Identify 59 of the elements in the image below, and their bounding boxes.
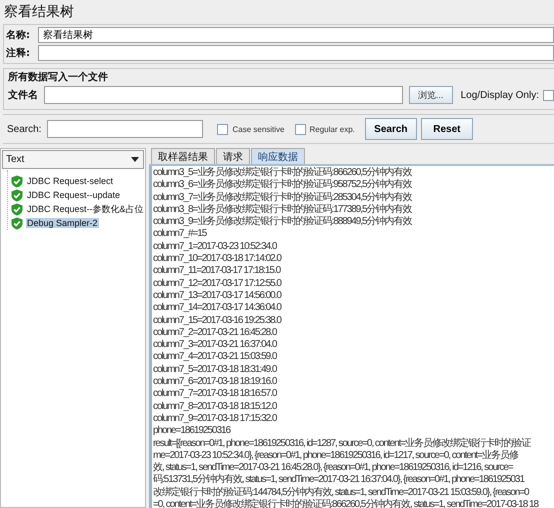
tab[interactable]: 取样器结果	[151, 148, 215, 164]
response-line: column7_2=2017-03-21 16:45:28.0	[153, 326, 278, 340]
response-line: column7_14=2017-03-17 14:36:04.0	[153, 302, 282, 315]
response-line: 效, status=1, sendTime=2017-03-21 16:45:28.0}, {reason=0#1, phone=18619250316, id=1216, source=	[153, 462, 514, 474]
filename-label: 文件名	[8, 88, 39, 102]
success-shield-icon	[11, 202, 23, 216]
response-line: column3_7=业务员修改绑定银行卡时的验证码:285304,5分钟内有效	[153, 192, 413, 204]
response-line: column7_1=2017-03-23 10:52:34.0	[153, 240, 278, 254]
tree-item[interactable]: Debug Sampler-2	[26, 218, 99, 228]
response-line: column7_13=2017-03-17 14:56:00.0	[153, 290, 282, 302]
response-line: column7_6=2017-03-18 18:19:16.0	[153, 376, 278, 388]
response-line: column7_11=2017-03-17 17:18:15.0	[153, 265, 282, 278]
renderer-dropdown[interactable]: Text	[2, 150, 144, 169]
tree-item[interactable]: JDBC Request--参数化&占位	[26, 202, 145, 216]
tree-item[interactable]: JDBC Request--update	[26, 190, 122, 200]
response-line: column7_#=15	[153, 228, 208, 241]
response-line: column7_5=2017-03-18 18:31:49.0	[153, 364, 278, 376]
option-label: Regular exp.	[310, 124, 355, 134]
success-shield-icon	[11, 188, 23, 202]
response-line: column7_12=2017-03-17 17:12:55.0	[153, 278, 282, 290]
group-title: 所有数据写入一个文件	[8, 70, 109, 84]
search-action-button[interactable]: Search	[364, 118, 417, 140]
response-line: column7_15=2017-03-16 19:25:38.0	[153, 314, 282, 327]
panel-title: 察看结果树	[3, 3, 75, 22]
option-checkbox[interactable]	[294, 124, 306, 134]
response-line: column7_8=2017-03-18 18:15:12.0	[153, 400, 278, 413]
search-action-button[interactable]: Reset	[420, 118, 473, 140]
success-shield-icon	[11, 174, 23, 188]
browse-button[interactable]: 浏览...	[408, 86, 453, 104]
tab[interactable]: 请求	[216, 148, 250, 164]
comment-label: 注释:	[6, 46, 31, 60]
response-line: me=2017-03-23 10:52:34.0}, {reason=0#1, phone=18619250316, id=1217, source=0, content=业务员修	[153, 450, 520, 462]
name-label: 名称:	[6, 28, 31, 42]
log-display-label: Log/Display Only:	[460, 90, 539, 100]
dropdown-arrow-icon	[131, 157, 139, 162]
success-shield-icon	[11, 216, 23, 230]
response-line: column7_7=2017-03-18 18:16:57.0	[153, 388, 278, 401]
name-field[interactable]: 察看结果树	[38, 27, 554, 43]
response-line: column7_10=2017-03-18 17:14:02.0	[153, 253, 282, 266]
response-line: column7_4=2017-03-21 15:03:59.0	[153, 351, 278, 364]
response-line: column7_9=2017-03-18 17:15:32.0	[153, 412, 278, 426]
response-line: column3_6=业务员修改绑定银行卡时的验证码:958752,5分钟内有效	[153, 179, 413, 192]
response-line: column3_5=业务员修改绑定银行卡时的验证码:866260,5分钟内有效	[153, 167, 413, 178]
tab[interactable]: 响应数据	[251, 148, 305, 164]
tree-item[interactable]: JDBC Request-select	[26, 176, 114, 186]
option-checkbox[interactable]	[217, 124, 228, 134]
search-field[interactable]	[47, 120, 204, 138]
response-line: 码:513731,5分钟内有效, status=1, sendTime=2017-03-21 16:37:04.0}, {reason=0#1, phone=1861925031	[153, 474, 526, 486]
response-line: 改绑定银行卡时的验证码:144784,5分钟内有效, status=1, sendTime=2017-03-21 15:03:59.0}, {reason=0	[153, 486, 530, 498]
response-line: column3_8=业务员修改绑定银行卡时的验证码:177389,5分钟内有效	[153, 204, 413, 216]
response-line: column3_9=业务员修改绑定银行卡时的验证码:888949,5分钟内有效	[153, 216, 413, 228]
option-label: Case sensitive	[232, 124, 284, 134]
log-display-checkbox[interactable]	[543, 90, 554, 100]
response-line: column7_3=2017-03-21 16:37:04.0	[153, 339, 278, 352]
response-line: phone=18619250316	[153, 425, 232, 438]
response-line: result=[{reason=0#1, phone=18619250316, id=1287, source=0, content=业务员修改绑定银行卡时的验证	[153, 438, 532, 450]
search-label: Search:	[7, 124, 42, 134]
filename-field[interactable]	[44, 86, 403, 104]
comment-field[interactable]	[38, 45, 554, 61]
